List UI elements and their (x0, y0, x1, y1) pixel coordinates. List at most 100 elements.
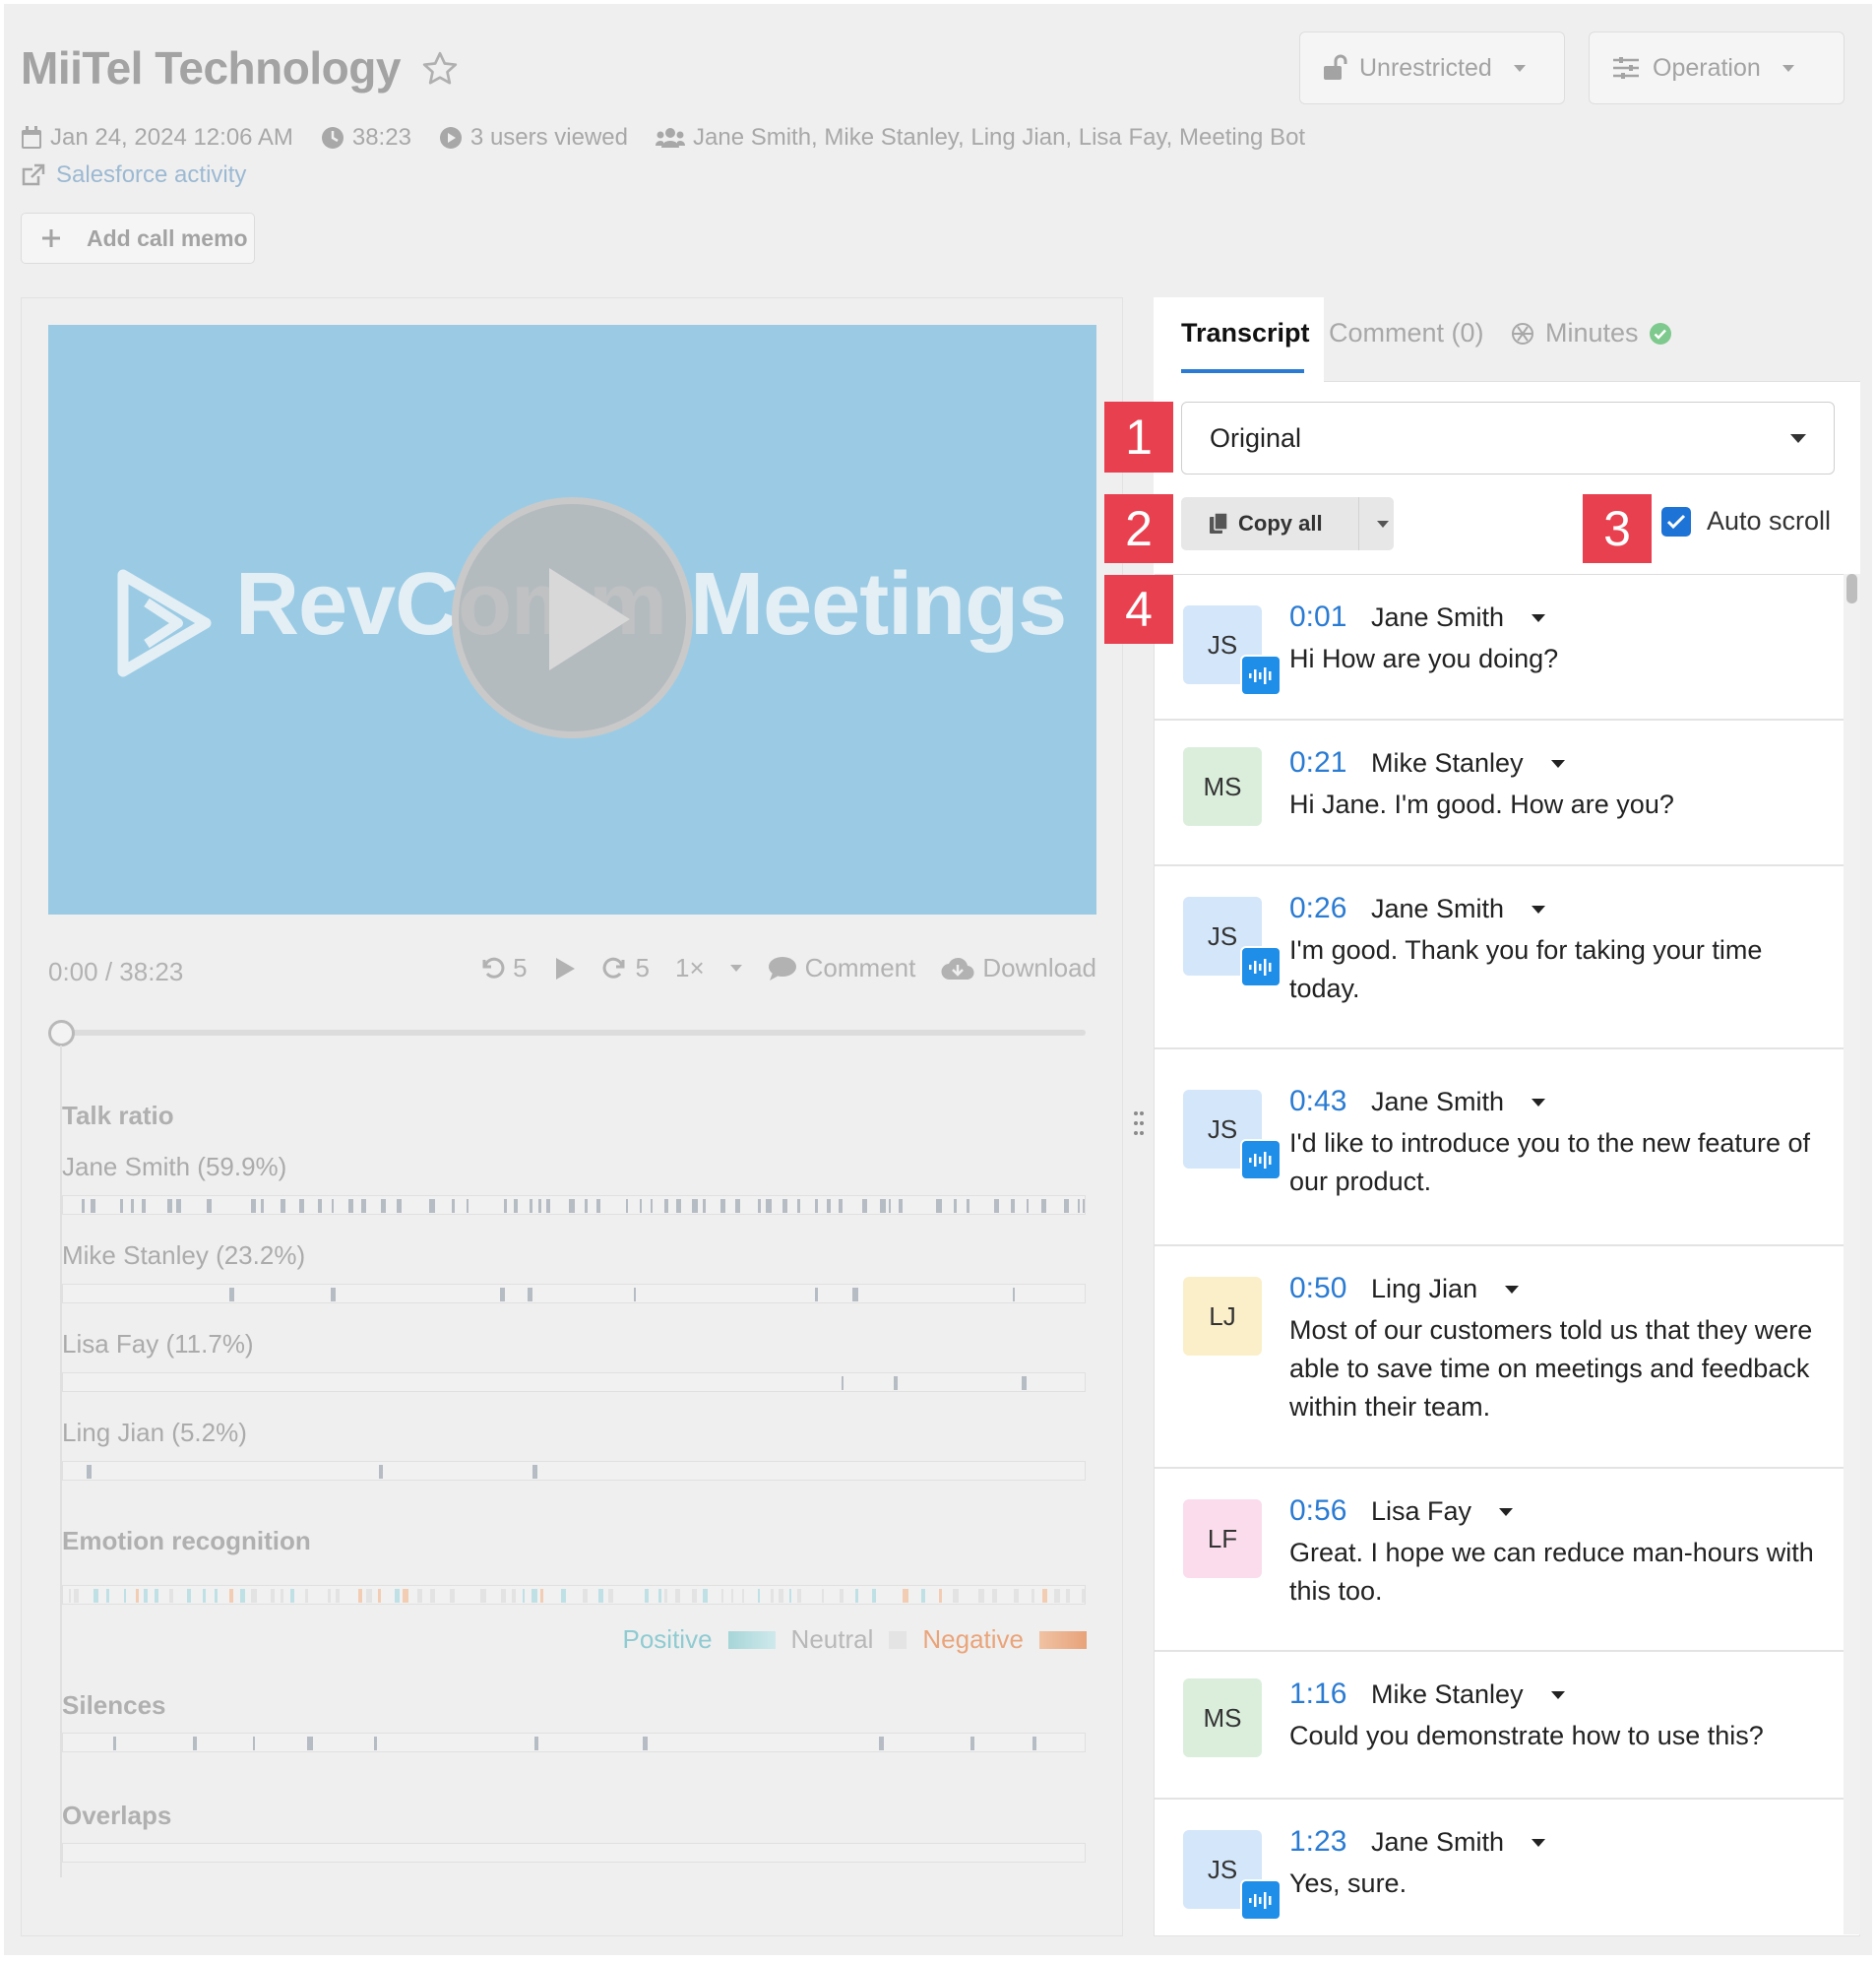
avatar: LJ (1183, 1277, 1262, 1356)
silences-bar[interactable] (62, 1733, 1086, 1752)
salesforce-activity-link[interactable]: Salesforce activity (21, 161, 246, 189)
speaker-dropdown[interactable]: Jane Smith (1371, 1087, 1546, 1117)
legend-negative-swatch (1039, 1630, 1087, 1649)
overlaps-bar[interactable] (62, 1843, 1086, 1863)
transcript-entry[interactable]: MS 1:16 Mike Stanley Could you demonstra… (1155, 1652, 1844, 1800)
transcript-entry[interactable]: JS 0:43 Jane Smith I'd like to introduce… (1155, 1049, 1844, 1246)
talk-bar-mike[interactable] (62, 1284, 1086, 1303)
add-call-memo-button[interactable]: Add call memo (21, 213, 255, 264)
plus-icon (42, 229, 60, 247)
timestamp-link[interactable]: 0:56 (1289, 1494, 1346, 1528)
talk-segment (379, 1465, 383, 1479)
speaker-dropdown[interactable]: Ling Jian (1371, 1274, 1520, 1304)
chevron-down-icon (1550, 1690, 1565, 1699)
copy-all-button[interactable]: Copy all (1181, 497, 1394, 550)
emotion-segment (953, 1589, 960, 1603)
chevron-down-icon[interactable] (1376, 520, 1389, 528)
avatar: MS (1183, 747, 1262, 826)
play-button[interactable] (553, 956, 577, 981)
transcript-entry[interactable]: JS 0:26 Jane Smith I'm good. Thank you f… (1155, 866, 1844, 1049)
tab-comment[interactable]: Comment (0) (1329, 318, 1484, 348)
transcript-entry[interactable]: LF 0:56 Lisa Fay Great. I hope we can re… (1155, 1469, 1844, 1652)
talk-segment (734, 1199, 741, 1213)
seek-bar[interactable] (62, 1030, 1086, 1036)
rewind-button[interactable]: 5 (479, 953, 528, 983)
download-button[interactable]: Download (941, 953, 1096, 983)
tab-transcript[interactable]: Transcript (1181, 318, 1310, 348)
emotion-segment (938, 1589, 942, 1603)
emotion-segment (73, 1589, 80, 1603)
speaker-dropdown[interactable]: Mike Stanley (1371, 748, 1565, 779)
play-overlay-button[interactable] (452, 497, 693, 738)
speaker-dropdown[interactable]: Mike Stanley (1371, 1679, 1565, 1710)
speaker-dropdown[interactable]: Jane Smith (1371, 602, 1546, 633)
talk-segment (1021, 1376, 1028, 1390)
talk-ratio-label-mike: Mike Stanley (23.2%) (62, 1240, 306, 1270)
silence-segment (192, 1737, 198, 1750)
emotion-segment (135, 1589, 139, 1603)
auto-scroll-toggle[interactable]: Auto scroll (1661, 506, 1831, 537)
tab-minutes[interactable]: Minutes (1510, 318, 1672, 348)
talk-ratio-heading: Talk ratio (62, 1101, 174, 1130)
visibility-label: Unrestricted (1359, 53, 1492, 82)
talk-segment (90, 1199, 95, 1213)
timestamp-link[interactable]: 1:23 (1289, 1825, 1346, 1859)
favorite-star-icon[interactable] (420, 49, 460, 89)
transcript-entry[interactable]: LJ 0:50 Ling Jian Most of our customers … (1155, 1246, 1844, 1469)
operation-dropdown[interactable]: Operation (1589, 32, 1845, 104)
seek-handle[interactable] (48, 1020, 75, 1046)
speaker-dropdown[interactable]: Jane Smith (1371, 1827, 1546, 1858)
video-player[interactable]: RevComm Meetings (48, 325, 1096, 915)
panel-resize-handle-icon[interactable] (1134, 1110, 1144, 1136)
emotion-segment (903, 1589, 908, 1603)
transcript-scrollbar[interactable] (1844, 574, 1860, 1934)
talk-bar-ling[interactable] (62, 1461, 1086, 1481)
emotion-bar[interactable] (62, 1585, 1086, 1605)
timestamp-link[interactable]: 0:26 (1289, 892, 1346, 925)
speaker-dropdown[interactable]: Lisa Fay (1371, 1496, 1514, 1527)
emotion-segment (365, 1589, 372, 1603)
talk-bar-lisa[interactable] (62, 1372, 1086, 1392)
emotion-segment (215, 1589, 219, 1603)
comment-label: Comment (804, 953, 916, 982)
emotion-segment (607, 1589, 614, 1603)
emotion-segment (522, 1589, 525, 1603)
forward-button[interactable]: 5 (602, 953, 650, 983)
annotation-badge-1: 1 (1104, 402, 1173, 473)
chevron-down-icon (1499, 1507, 1514, 1516)
speaker-dropdown[interactable]: Jane Smith (1371, 894, 1546, 924)
silence-segment (112, 1737, 116, 1750)
timestamp-link[interactable]: 0:50 (1289, 1272, 1346, 1305)
talk-segment (119, 1199, 123, 1213)
transcript-entry[interactable]: MS 0:21 Mike Stanley Hi Jane. I'm good. … (1155, 721, 1844, 866)
tab-comment-label: Comment (1329, 318, 1445, 348)
emotion-segment (758, 1589, 761, 1603)
transcript-entry[interactable]: JS 1:23 Jane Smith Yes, sure. (1155, 1800, 1844, 1934)
transcript-list[interactable]: JS 0:01 Jane Smith Hi How are you doing?… (1155, 574, 1844, 1934)
auto-scroll-checkbox[interactable] (1661, 506, 1691, 537)
legend-positive-swatch (727, 1630, 776, 1649)
speed-label: 1× (675, 953, 705, 982)
chevron-down-icon (1505, 1285, 1520, 1294)
transcript-language-select[interactable]: Original (1181, 402, 1835, 475)
annotation-badge-4: 4 (1104, 575, 1173, 644)
timestamp-link[interactable]: 1:16 (1289, 1677, 1346, 1711)
timestamp-link[interactable]: 0:21 (1289, 746, 1346, 780)
emotion-segment (289, 1589, 295, 1603)
talk-segment (765, 1199, 772, 1213)
talk-segment (625, 1199, 629, 1213)
talk-bar-jane[interactable] (62, 1195, 1086, 1215)
transcript-entry[interactable]: JS 0:01 Jane Smith Hi How are you doing? (1155, 575, 1844, 721)
tab-comment-count: (0) (1451, 318, 1484, 348)
visibility-dropdown[interactable]: Unrestricted (1299, 32, 1565, 104)
silence-segment (534, 1737, 539, 1750)
timestamp-link[interactable]: 0:01 (1289, 601, 1346, 634)
speed-dropdown[interactable]: 1× (675, 953, 742, 983)
comment-button[interactable]: Comment (768, 953, 916, 983)
chevron-down-icon (1790, 433, 1806, 443)
emotion-segment (335, 1589, 340, 1603)
scrollbar-thumb[interactable] (1846, 574, 1857, 603)
speaker-name: Ling Jian (1371, 1274, 1478, 1303)
silences-heading: Silences (62, 1690, 166, 1720)
timestamp-link[interactable]: 0:43 (1289, 1085, 1346, 1118)
